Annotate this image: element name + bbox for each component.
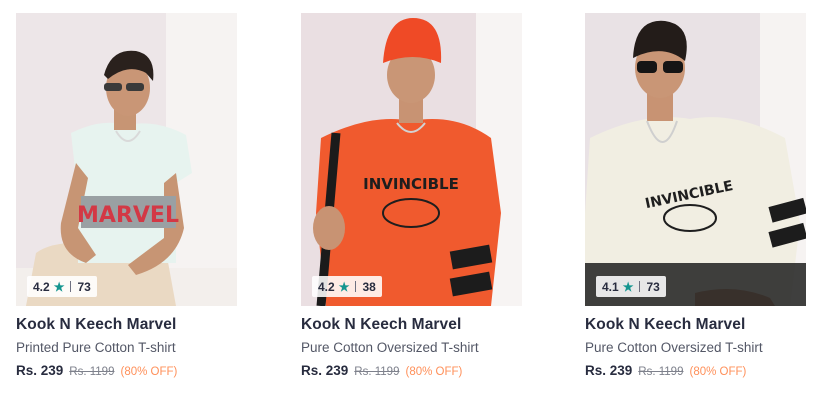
rating-divider — [639, 281, 641, 292]
price-row: Rs. 239 Rs. 1199 (80% OFF) — [301, 363, 522, 378]
rating-divider — [70, 281, 72, 292]
price-row: Rs. 239 Rs. 1199 (80% OFF) — [585, 363, 806, 378]
product-mrp: Rs. 1199 — [638, 366, 684, 378]
product-discount: (80% OFF) — [120, 366, 178, 378]
rating-divider — [355, 281, 357, 292]
rating-value: 4.2 — [33, 279, 50, 294]
rating-badge: 4.2 ★ 38 — [312, 276, 382, 297]
rating-badge: 4.1 ★ 73 — [596, 276, 666, 297]
rating-value: 4.1 — [602, 279, 619, 294]
product-price: Rs. 239 — [301, 363, 349, 378]
product-photo: INVINCIBLE — [585, 13, 806, 306]
rating-value: 4.2 — [318, 279, 335, 294]
price-row: Rs. 239 Rs. 1199 (80% OFF) — [16, 363, 237, 378]
product-mrp: Rs. 1199 — [354, 366, 400, 378]
star-icon: ★ — [53, 279, 65, 294]
product-brand: Kook N Keech Marvel — [585, 316, 746, 333]
product-mrp: Rs. 1199 — [69, 366, 115, 378]
product-discount: (80% OFF) — [405, 366, 463, 378]
product-discount: (80% OFF) — [689, 366, 747, 378]
product-image[interactable]: INVINCIBLE 4.2 ★ 38 — [301, 13, 522, 306]
product-photo: MARVEL — [16, 13, 237, 306]
rating-count: 73 — [77, 279, 91, 294]
product-brand: Kook N Keech Marvel — [301, 316, 462, 333]
rating-count: 38 — [362, 279, 376, 294]
product-image[interactable]: MARVEL 4.2 ★ 73 — [16, 13, 237, 306]
product-card[interactable]: MARVEL 4.2 ★ 73 Kook N Keech Marvel Prin… — [16, 13, 237, 378]
star-icon: ★ — [338, 279, 350, 294]
product-price: Rs. 239 — [16, 363, 64, 378]
product-description: Pure Cotton Oversized T-shirt — [301, 340, 479, 355]
product-description: Printed Pure Cotton T-shirt — [16, 340, 176, 355]
product-photo: INVINCIBLE — [301, 13, 522, 306]
product-card[interactable]: INVINCIBLE 4.2 ★ 38 Kook N Keech Marvel … — [301, 13, 522, 378]
shirt-print-text: MARVEL — [77, 203, 179, 228]
product-image[interactable]: INVINCIBLE 4.1 ★ 73 — [585, 13, 806, 306]
product-brand: Kook N Keech Marvel — [16, 316, 177, 333]
rating-count: 73 — [646, 279, 660, 294]
shirt-print-text: INVINCIBLE — [363, 175, 459, 193]
star-icon: ★ — [622, 279, 634, 294]
product-price: Rs. 239 — [585, 363, 633, 378]
product-description: Pure Cotton Oversized T-shirt — [585, 340, 763, 355]
product-card[interactable]: INVINCIBLE 4.1 ★ 73 Kook N Keech Marvel … — [585, 13, 806, 378]
rating-badge: 4.2 ★ 73 — [27, 276, 97, 297]
